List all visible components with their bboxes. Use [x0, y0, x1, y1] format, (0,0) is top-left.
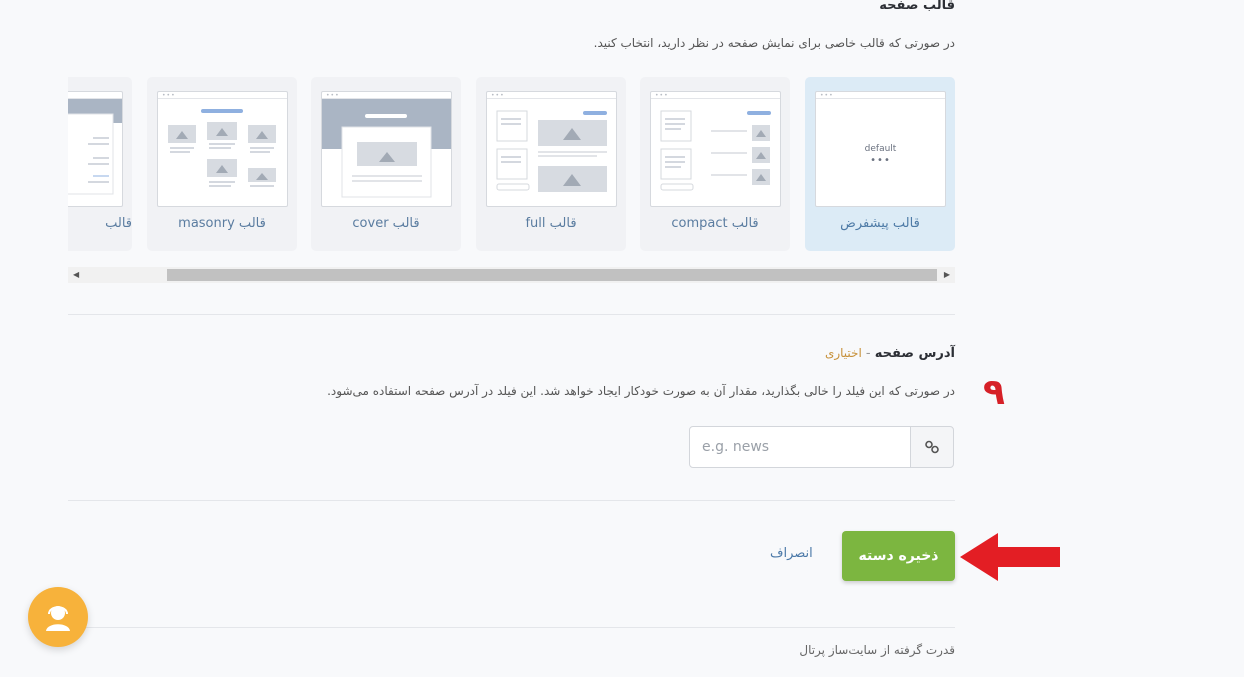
address-title: آدرس صفحه - اختیاری	[825, 346, 955, 361]
template-thumbnail: •••	[486, 91, 617, 207]
template-card-cover[interactable]: ••• قالب cover	[311, 77, 461, 251]
divider	[68, 627, 955, 628]
section-description: در صورتی که قالب خاصی برای نمایش صفحه در…	[593, 36, 955, 50]
scrollbar-thumb[interactable]	[167, 269, 937, 281]
template-label: قالب full	[525, 216, 577, 231]
address-description: در صورتی که این فیلد را خالی بگذارید، مق…	[327, 384, 955, 398]
template-thumbnail: •••	[157, 91, 288, 207]
template-card-partial[interactable]: ••• قالب	[68, 77, 132, 251]
more-dots-icon: •••	[870, 155, 891, 166]
address-input-group	[689, 426, 955, 470]
cover-layout-illustration	[322, 99, 451, 198]
template-label: قالب	[105, 216, 132, 231]
address-input[interactable]	[689, 426, 911, 468]
template-thumbnail: •••	[650, 91, 781, 207]
red-arrow-annotation	[960, 533, 1060, 581]
cancel-link[interactable]: انصراف	[770, 546, 813, 561]
divider	[68, 500, 955, 501]
compact-layout-illustration	[660, 110, 771, 191]
section-title: قالب صفحه	[879, 0, 955, 13]
template-card-compact[interactable]: ••• قالب compact	[640, 77, 790, 251]
footer-credit: قدرت گرفته از سایت‌ساز پرتال	[799, 643, 955, 657]
template-card-full[interactable]: ••• قالب full	[476, 77, 626, 251]
support-chat-button[interactable]	[28, 587, 88, 647]
template-label: قالب پیشفرض	[840, 216, 920, 231]
template-thumbnail: •••	[68, 91, 123, 207]
template-label: قالب compact	[671, 216, 759, 231]
support-agent-icon	[46, 606, 70, 631]
template-card-masonry[interactable]: ••• قالب masonry	[147, 77, 297, 251]
scroll-right-icon[interactable]: ▶	[944, 270, 950, 279]
scroll-left-icon[interactable]: ◀	[73, 270, 79, 279]
template-card-default[interactable]: ••• default ••• قالب پیشفرض	[805, 77, 955, 251]
template-label: قالب masonry	[178, 216, 266, 231]
partial-layout-illustration	[68, 99, 122, 195]
template-thumbnail: •••	[321, 91, 452, 207]
save-category-button[interactable]: ذخیره دسته	[842, 531, 955, 581]
template-thumbnail: ••• default •••	[815, 91, 946, 207]
address-title-text: آدرس صفحه	[874, 346, 955, 361]
divider	[68, 314, 955, 315]
link-icon	[910, 426, 954, 468]
template-carousel: ••• default ••• قالب پیشفرض ••• قالب com…	[68, 77, 955, 253]
optional-label: اختیاری	[824, 346, 862, 360]
template-label: قالب cover	[352, 216, 420, 231]
masonry-layout-illustration	[168, 109, 276, 187]
step-number-annotation: ۹	[983, 372, 1005, 413]
default-thumb-text: default	[864, 144, 897, 154]
carousel-scrollbar[interactable]: ◀ ▶	[68, 267, 955, 283]
full-layout-illustration	[496, 110, 607, 192]
address-title-separator: -	[861, 346, 875, 361]
